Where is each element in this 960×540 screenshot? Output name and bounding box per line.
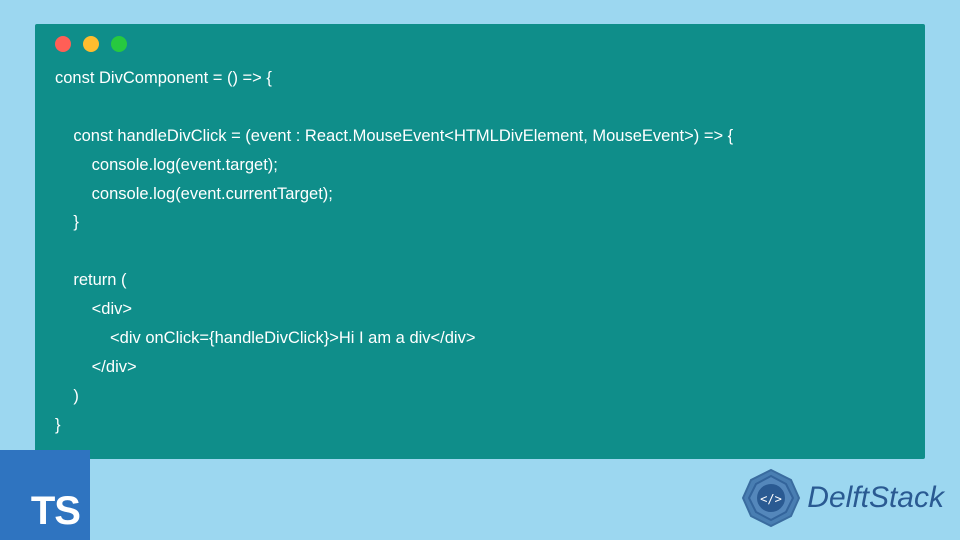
typescript-badge-label: TS — [31, 489, 80, 534]
typescript-badge: TS — [0, 450, 90, 540]
window-titlebar — [35, 24, 925, 64]
minimize-icon[interactable] — [83, 36, 99, 52]
close-icon[interactable] — [55, 36, 71, 52]
brand: </> DelftStack — [741, 468, 944, 528]
maximize-icon[interactable] — [111, 36, 127, 52]
brand-logo-icon: </> — [741, 468, 801, 528]
brand-name: DelftStack — [807, 481, 944, 515]
code-window: const DivComponent = () => { const handl… — [35, 24, 925, 459]
svg-text:</>: </> — [760, 492, 782, 506]
code-content: const DivComponent = () => { const handl… — [35, 64, 925, 439]
